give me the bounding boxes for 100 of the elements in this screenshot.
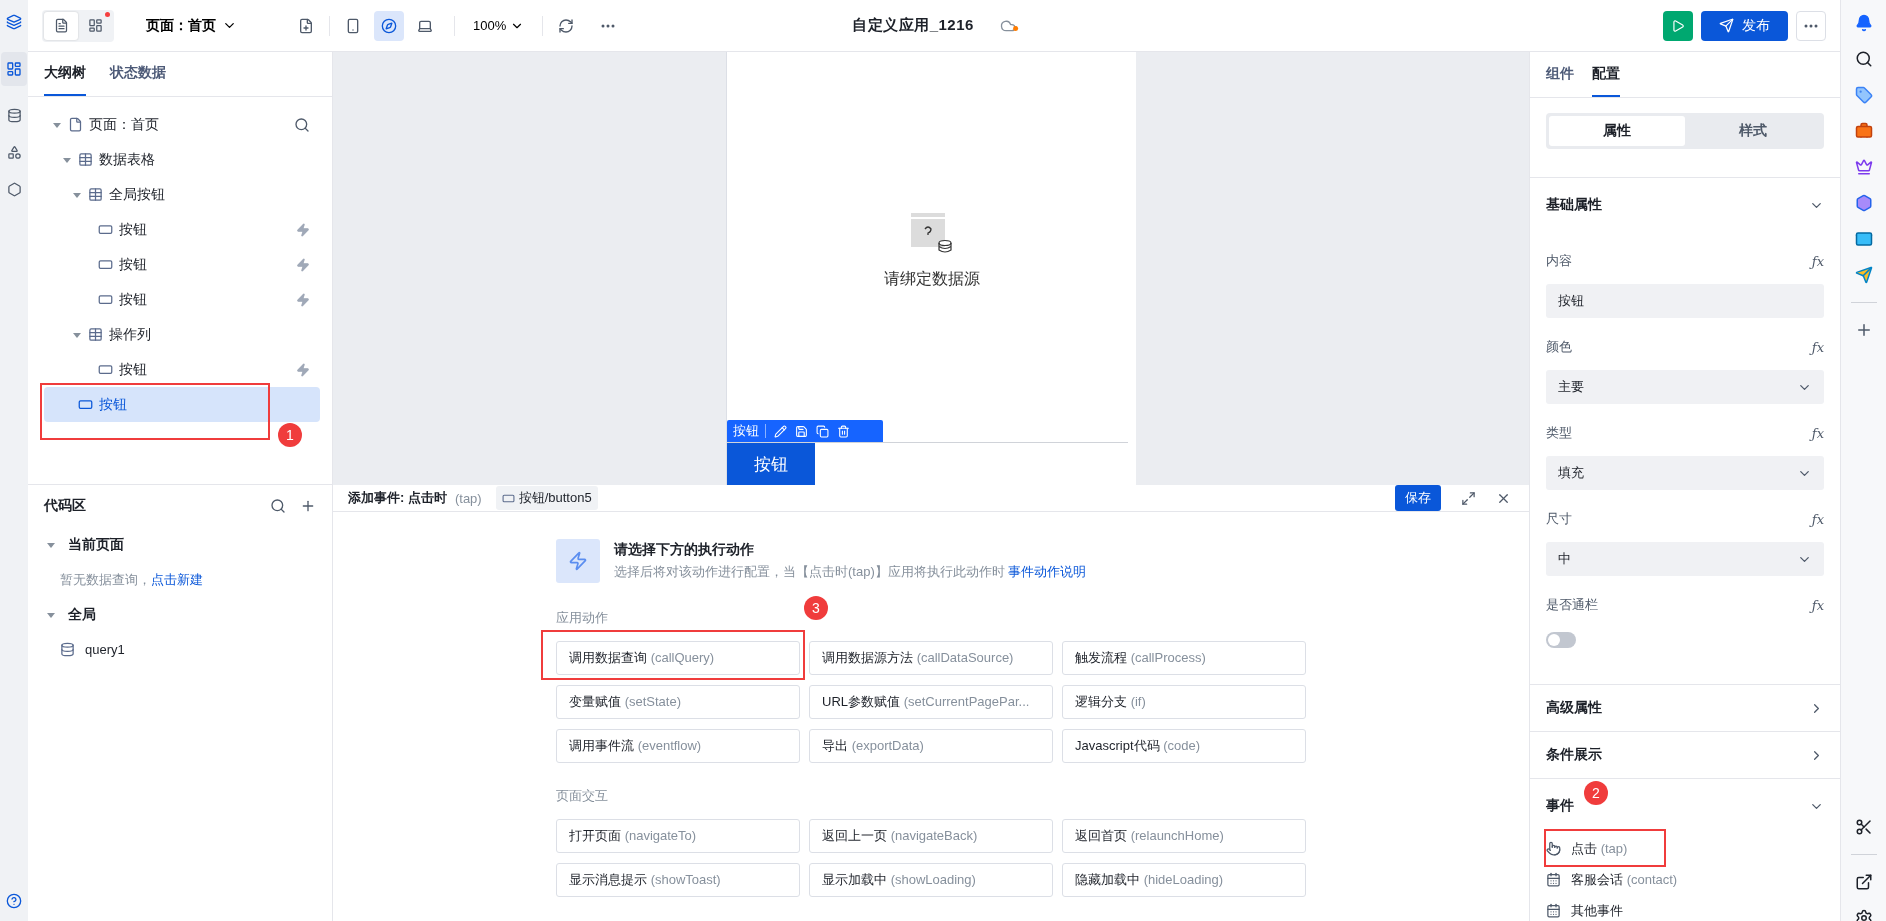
expand-icon[interactable] [1461,490,1476,506]
formula-icon[interactable]: ƒx [1811,339,1824,355]
device-button[interactable] [374,10,404,41]
bell-icon[interactable] [1854,14,1873,32]
action-button[interactable]: 逻辑分支 (if) [1062,685,1306,719]
settings-icon[interactable] [1854,909,1873,921]
zoom-select[interactable]: 100% [463,18,535,33]
hexagon-icon[interactable] [1854,194,1873,212]
more-icon [1804,23,1818,28]
text-field[interactable]: 按钮 [1546,284,1824,318]
save-icon[interactable] [795,424,808,438]
search-icon[interactable] [294,116,310,133]
tree-item[interactable]: 页面：首页 [44,107,320,142]
action-button[interactable]: 调用事件流 (eventflow) [556,729,800,763]
tree-item[interactable]: 全局按钮 [44,177,320,212]
section-title: 条件展示 [1546,746,1602,764]
caret-icon[interactable] [63,155,71,164]
toggle-switch[interactable] [1546,632,1576,648]
tree-item[interactable]: 操作列 [44,317,320,352]
caret-icon[interactable] [47,540,55,549]
button-icon [98,362,113,377]
shapes-icon[interactable] [6,145,22,160]
section-title: 代码区 [44,497,87,515]
copy-icon[interactable] [816,424,829,438]
send-icon [1719,18,1734,33]
create-link[interactable]: 点击新建 [151,571,203,587]
field-label: 尺寸 [1546,510,1572,528]
action-button[interactable]: 打开页面 (navigateTo) [556,819,800,853]
panel-tab[interactable]: 大纲树 [44,52,86,96]
group-title: 全局 [68,605,97,624]
toolbox-icon[interactable] [1854,122,1873,140]
action-button[interactable]: 调用数据源方法 (callDataSource) [809,641,1053,675]
caret-icon[interactable] [73,330,81,339]
view-toggle[interactable] [44,11,78,40]
panel-tab[interactable]: 状态数据 [110,52,166,96]
save-button[interactable]: 保存 [1395,485,1441,511]
search-icon[interactable] [270,498,286,514]
search-icon[interactable] [1854,50,1873,68]
event-item[interactable]: 其他事件 [1571,901,1623,920]
query-item[interactable]: query1 [85,642,125,657]
caret-icon[interactable] [73,190,81,199]
hexagon-icon[interactable] [6,182,22,197]
delete-icon[interactable] [837,424,850,438]
table-icon [88,327,103,342]
button-icon [98,222,113,237]
panel-tab[interactable]: 配置 [1592,52,1620,97]
tree-item[interactable]: 按钮 [44,282,320,317]
action-button[interactable]: 显示消息提示 (showToast) [556,863,800,897]
publish-button[interactable]: 发布 [1701,10,1788,41]
event-hint: (tap) [454,490,482,506]
action-button[interactable]: URL参数赋值 (setCurrentPagePar... [809,685,1053,719]
tag-icon[interactable] [1854,86,1873,104]
action-button[interactable]: 隐藏加载中 (hideLoading) [1062,863,1306,897]
external-link-icon[interactable] [1854,873,1873,891]
segment-tab[interactable]: 属性 [1549,116,1685,146]
help-link[interactable]: 事件动作说明 [1008,564,1087,579]
group-title: 当前页面 [68,535,125,554]
event-item[interactable]: 点击 (tap) [1571,839,1628,858]
add-icon[interactable] [300,498,316,514]
formula-icon[interactable]: ƒx [1811,597,1824,613]
formula-icon[interactable]: ƒx [1811,511,1824,527]
layout-icon [87,18,103,33]
tree-item[interactable]: 数据表格 [44,142,320,177]
action-button[interactable]: 返回首页 (relaunchHome) [1062,819,1306,853]
database-icon[interactable] [6,108,22,123]
edit-icon[interactable] [774,424,787,438]
send-icon[interactable] [1854,266,1873,284]
select-field[interactable]: 主要 [1546,370,1824,404]
action-button[interactable]: 返回上一页 (navigateBack) [809,819,1053,853]
panel-tab[interactable]: 组件 [1546,52,1574,97]
select-field[interactable]: 填充 [1546,456,1824,490]
action-button[interactable]: 显示加载中 (showLoading) [809,863,1053,897]
caret-icon[interactable] [47,610,55,619]
logo-icon [6,14,22,30]
action-button[interactable]: 调用数据查询 (callQuery) [556,641,800,675]
screenshot-icon[interactable] [1854,818,1873,836]
action-button[interactable]: 触发流程 (callProcess) [1062,641,1306,675]
prompt-text: 选择后将对该动作进行配置，当【点击时(tap)】应用将执行此动作时 事件动作说明 [614,563,1087,581]
tree-item[interactable]: 按钮 [44,387,320,422]
play-icon [1671,18,1685,33]
page-select[interactable]: 页面：首页 [140,15,243,36]
page-icon [68,117,83,132]
select-field[interactable]: 中 [1546,542,1824,576]
button-icon [98,257,113,272]
event-item[interactable]: 客服会话 (contact) [1571,870,1678,889]
help-icon[interactable] [6,893,22,909]
action-button[interactable]: Javascript代码 (code) [1062,729,1306,763]
action-button[interactable]: 导出 (exportData) [809,729,1053,763]
tree-item[interactable]: 按钮 [44,247,320,282]
run-button[interactable] [1663,10,1693,41]
formula-icon[interactable]: ƒx [1811,253,1824,269]
formula-icon[interactable]: ƒx [1811,425,1824,441]
panel-title: 添加事件: 点击时 [348,489,447,507]
action-button[interactable]: 变量赋值 (setState) [556,685,800,719]
caret-icon[interactable] [53,120,61,129]
canvas-button[interactable]: 按钮 [727,443,815,485]
segment-tab[interactable]: 样式 [1685,116,1821,146]
refresh-icon [558,17,575,34]
tree-item[interactable]: 按钮 [44,212,320,247]
tree-item[interactable]: 按钮 [44,352,320,387]
